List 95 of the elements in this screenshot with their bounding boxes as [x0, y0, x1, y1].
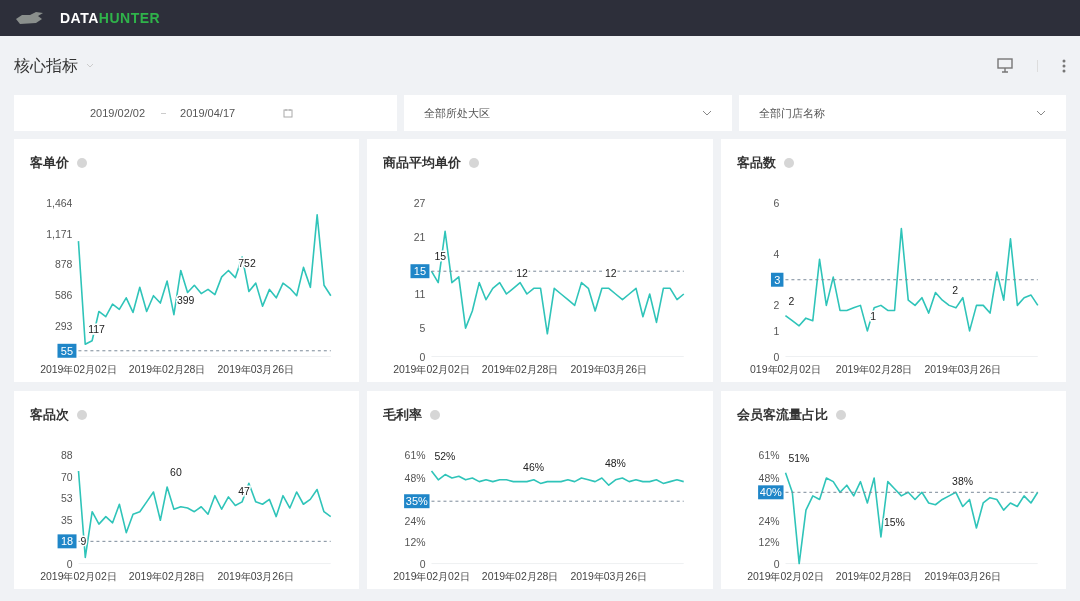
y-tick-label: 2 [773, 299, 780, 311]
y-tick-label: 12% [404, 536, 426, 548]
y-tick-label: 88 [60, 449, 73, 461]
data-label: 60 [170, 466, 182, 478]
data-label: 9 [80, 535, 87, 547]
x-tick-label: 2019年03月26日 [924, 570, 1001, 581]
y-tick-label: 4 [773, 248, 780, 260]
data-label: 2 [788, 295, 794, 307]
y-tick-label: 0 [773, 558, 780, 570]
logo-text: DATA [60, 8, 99, 28]
reference-value-badge: 18 [57, 533, 77, 548]
x-tick-label: 2019年03月26日 [570, 570, 648, 581]
data-label: 12 [516, 267, 529, 279]
y-tick-label: 1 [773, 325, 780, 337]
data-label: 48% [605, 457, 627, 469]
ref-line-label: 3 [773, 273, 780, 286]
y-tick-label: 586 [55, 289, 73, 301]
y-tick-label: 48% [758, 472, 780, 484]
data-label: 1 [869, 310, 876, 322]
data-label: 51% [788, 452, 810, 464]
card-title: 客品数 [736, 154, 776, 172]
x-tick-label: 2019年02月28日 [482, 570, 559, 581]
chevron-down-icon [701, 110, 712, 116]
monitor-icon[interactable] [997, 58, 1013, 73]
y-tick-label: 1,464 [46, 197, 73, 209]
y-tick-label: 12% [758, 536, 780, 548]
y-tick-label: 48% [404, 472, 426, 484]
card-title: 商品平均单价 [383, 154, 462, 172]
x-tick-label: 2019年03月26日 [217, 570, 294, 581]
ref-line-label: 15 [414, 264, 427, 277]
reference-value-badge: 3 [770, 272, 784, 287]
y-tick-label: 61% [404, 449, 426, 461]
data-label: 399 [176, 294, 195, 306]
calendar-icon [283, 108, 294, 118]
y-tick-label: 27 [414, 197, 426, 209]
reference-value-badge: 55 [57, 343, 77, 358]
card-title: 会员客流量占比 [736, 406, 828, 424]
date-range-field[interactable]: 2019/02/02 2019/04/17 [14, 95, 398, 131]
x-tick-label: 2019年02月02日 [393, 570, 471, 581]
y-tick-label: 11 [414, 288, 426, 300]
info-icon[interactable] [469, 157, 480, 168]
x-tick-label: 2019年03月26日 [570, 363, 648, 374]
x-tick-label: 2019年02月02日 [40, 363, 117, 374]
y-tick-label: 21 [414, 231, 426, 243]
card-title: 客品次 [30, 406, 69, 424]
reference-value-badge: 35% [404, 493, 430, 508]
x-tick-label: 2019年02月28日 [835, 363, 913, 374]
x-tick-label: 2019年02月28日 [128, 570, 206, 581]
caret-icon[interactable] [86, 62, 94, 69]
reference-value-badge: 15 [410, 263, 430, 278]
y-tick-label: 70 [60, 471, 73, 483]
page-title: 核心指标 [14, 55, 78, 76]
y-tick-label: 0 [773, 351, 780, 363]
store-dropdown[interactable]: 全部门店名称 [738, 95, 1066, 131]
data-label: 15% [883, 516, 905, 528]
y-tick-label: 35 [60, 514, 73, 526]
info-icon[interactable] [783, 157, 794, 168]
data-label: 52% [434, 450, 456, 462]
y-tick-label: 24% [758, 515, 780, 527]
x-tick-label: 2019年02月28日 [128, 363, 206, 374]
info-icon[interactable] [77, 409, 87, 420]
logo-text: HUNTER [98, 8, 161, 28]
y-tick-label: 1,171 [46, 228, 73, 240]
info-icon[interactable] [77, 157, 87, 168]
data-label: 12 [605, 267, 617, 279]
more-icon[interactable] [1062, 58, 1066, 73]
x-tick-label: 2019年03月26日 [924, 363, 1001, 374]
x-tick-label: 2019年02月28日 [482, 363, 559, 374]
y-tick-label: 0 [420, 558, 426, 570]
data-label: 46% [523, 461, 545, 473]
y-tick-label: 61% [758, 449, 780, 461]
y-tick-label: 0 [419, 351, 426, 363]
y-tick-label: 6 [773, 197, 780, 209]
data-label: 2 [951, 284, 958, 296]
x-tick-label: 2019年02月28日 [835, 570, 913, 581]
chevron-down-icon [1036, 110, 1046, 116]
logo-icon [14, 10, 44, 26]
y-tick-label: 53 [60, 492, 73, 504]
info-icon[interactable] [430, 409, 441, 420]
y-tick-label: 293 [55, 320, 73, 332]
y-tick-label: 878 [55, 258, 73, 270]
x-tick-label: 2019年03月26日 [217, 363, 295, 374]
y-tick-label: 24% [404, 515, 426, 527]
y-tick-label: 0 [66, 558, 73, 570]
y-tick-label: 5 [419, 322, 426, 334]
x-tick-label: 2019年02月02日 [746, 570, 824, 581]
region-dropdown[interactable]: 全部所处大区 [404, 95, 732, 131]
info-icon[interactable] [835, 409, 846, 420]
data-label: 38% [951, 475, 973, 487]
x-tick-label: 019年02月02日 [749, 363, 821, 374]
card-title: 客单价 [30, 154, 69, 172]
card-title: 毛利率 [383, 406, 423, 424]
x-tick-label: 2019年02月02日 [40, 570, 117, 581]
x-tick-label: 2019年02月02日 [393, 363, 471, 374]
reference-value-badge: 40% [757, 484, 784, 499]
